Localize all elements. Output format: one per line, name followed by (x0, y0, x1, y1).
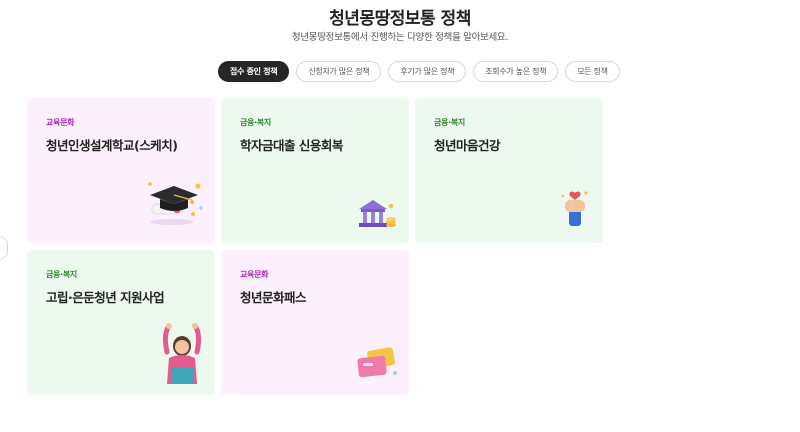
card-title: 고립·은둔청년 지원사업 (46, 290, 165, 305)
card-category: 교육문화 (240, 270, 269, 279)
card-title: 학자금대출 신용회복 (240, 138, 343, 153)
policy-card[interactable]: 교육문화 청년문화패스 (221, 250, 409, 395)
person-stretching-icon (162, 323, 202, 384)
policy-card[interactable]: 교육문화 청년인생설계학교(스케치) (27, 98, 215, 243)
card-category: 금융·복지 (434, 118, 465, 127)
carousel-prev-button[interactable] (0, 236, 8, 260)
card-category: 금융·복지 (46, 270, 77, 279)
policy-card[interactable]: 금융·복지 학자금대출 신용회복 (221, 98, 409, 243)
page-title: 청년몽땅정보통 정책 (329, 9, 471, 29)
filter-most-reviews[interactable]: 후기가 많은 정책 (388, 61, 467, 82)
card-category: 교육문화 (46, 118, 75, 127)
card-title: 청년인생설계학교(스케치) (46, 138, 178, 153)
policy-page: 청년몽땅정보통 정책 청년몽땅정보통에서 진행하는 다양한 정책을 알아보세요.… (0, 0, 800, 432)
bank-coins-icon (359, 200, 396, 227)
filter-most-views[interactable]: 조회수가 높은 정책 (473, 61, 559, 82)
page-subtitle: 청년몽땅정보통에서 진행하는 다양한 정책을 알아보세요. (291, 32, 509, 43)
card-category: 금융·복지 (240, 118, 271, 127)
filter-accepting[interactable]: 접수 중인 정책 (218, 61, 290, 82)
filter-most-applicants[interactable]: 신청자가 많은 정책 (296, 61, 382, 82)
culture-pass-cards-icon (357, 347, 397, 378)
card-title: 청년마음건강 (434, 138, 501, 153)
graduation-cap-icon (148, 182, 203, 225)
policy-card[interactable]: 금융·복지 청년마음건강 (415, 98, 603, 243)
policy-card[interactable]: 금융·복지 고립·은둔청년 지원사업 (27, 250, 215, 395)
hand-heart-icon (561, 191, 588, 226)
filter-all[interactable]: 모든 정책 (565, 61, 620, 82)
filter-tabs: 접수 중인 정책 신청자가 많은 정책 후기가 많은 정책 조회수가 높은 정책… (218, 61, 620, 82)
card-title: 청년문화패스 (240, 290, 307, 305)
